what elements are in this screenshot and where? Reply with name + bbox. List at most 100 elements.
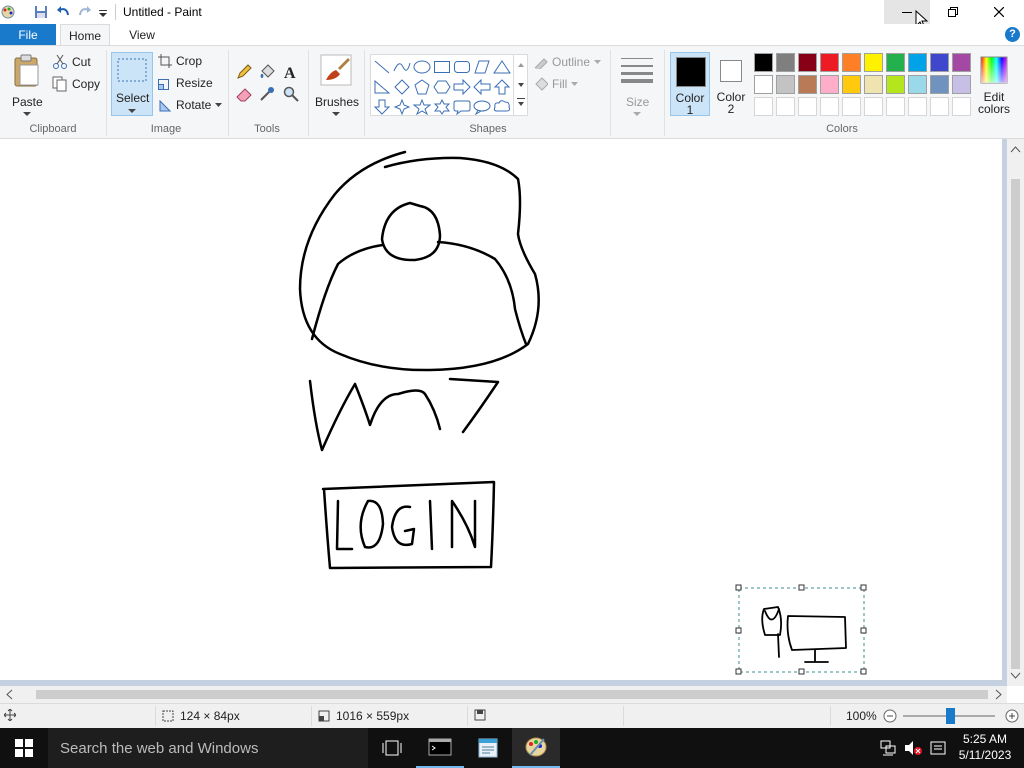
tab-file[interactable]: File [0, 24, 56, 46]
outline-dropdown[interactable]: Outline [534, 55, 602, 69]
pencil-icon[interactable] [234, 62, 254, 82]
palette-swatch[interactable] [886, 75, 905, 94]
palette-swatch[interactable] [754, 53, 773, 72]
custom-color-slot[interactable] [886, 97, 905, 116]
taskbar-app-notepad[interactable] [464, 728, 512, 768]
palette-swatch[interactable] [864, 53, 883, 72]
palette-swatch[interactable] [930, 75, 949, 94]
rounded-rectangle-shape-icon[interactable] [453, 59, 471, 75]
rectangle-shape-icon[interactable] [433, 59, 451, 75]
custom-color-slot[interactable] [952, 97, 971, 116]
custom-color-slot[interactable] [842, 97, 861, 116]
palette-swatch[interactable] [776, 75, 795, 94]
zoom-out-icon[interactable] [883, 709, 897, 723]
help-icon[interactable]: ? [1005, 27, 1020, 42]
paste-button[interactable]: Paste [8, 52, 46, 124]
palette-swatch[interactable] [798, 53, 817, 72]
right-arrow-shape-icon[interactable] [453, 79, 471, 95]
color1-button[interactable]: Color 1 [670, 52, 710, 116]
tab-view[interactable]: View [120, 24, 164, 46]
line-shape-icon[interactable] [373, 59, 391, 75]
hexagon-shape-icon[interactable] [433, 79, 451, 95]
palette-swatch[interactable] [842, 75, 861, 94]
shapes-scrollbar[interactable] [513, 55, 527, 115]
eraser-icon[interactable] [234, 84, 254, 104]
redo-icon[interactable] [77, 4, 93, 20]
palette-swatch[interactable] [908, 53, 927, 72]
volume-muted-icon[interactable] [904, 740, 922, 756]
start-button[interactable] [0, 728, 48, 768]
action-center-icon[interactable] [930, 740, 946, 756]
polygon-shape-icon[interactable] [473, 59, 491, 75]
crop-button[interactable]: Crop [158, 54, 202, 68]
scroll-left-icon[interactable] [4, 686, 16, 703]
scroll-down-icon[interactable] [1007, 670, 1024, 682]
palette-swatch[interactable] [842, 53, 861, 72]
save-icon[interactable] [33, 4, 49, 20]
pentagon-shape-icon[interactable] [413, 79, 431, 95]
text-tool-icon[interactable]: A [281, 62, 301, 82]
palette-swatch[interactable] [820, 53, 839, 72]
custom-color-slot[interactable] [776, 97, 795, 116]
customize-quick-access-icon[interactable] [97, 4, 113, 20]
magnifier-icon[interactable] [281, 84, 301, 104]
edit-colors-button[interactable]: Edit colors [976, 52, 1012, 120]
copy-button[interactable]: Copy [52, 76, 100, 92]
palette-swatch[interactable] [820, 75, 839, 94]
select-button[interactable]: Select [111, 52, 153, 116]
size-button[interactable]: Size [616, 52, 658, 120]
cloud-callout-shape-icon[interactable] [493, 99, 511, 115]
fill-dropdown[interactable]: Fill [534, 77, 579, 91]
custom-color-slot[interactable] [820, 97, 839, 116]
undo-icon[interactable] [55, 4, 71, 20]
up-arrow-shape-icon[interactable] [493, 79, 511, 95]
down-arrow-shape-icon[interactable] [373, 99, 391, 115]
custom-color-slot[interactable] [930, 97, 949, 116]
vertical-scroll-thumb[interactable] [1011, 179, 1020, 669]
color2-button[interactable]: Color 2 [711, 52, 751, 116]
task-view-button[interactable] [368, 728, 416, 768]
left-arrow-shape-icon[interactable] [473, 79, 491, 95]
zoom-in-icon[interactable] [1005, 709, 1019, 723]
zoom-slider-thumb[interactable] [946, 708, 955, 724]
palette-swatch[interactable] [754, 75, 773, 94]
palette-swatch[interactable] [864, 75, 883, 94]
resize-button[interactable]: Resize [158, 76, 213, 90]
tab-home[interactable]: Home [60, 24, 110, 46]
six-point-star-shape-icon[interactable] [433, 99, 451, 115]
horizontal-scroll-thumb[interactable] [36, 690, 988, 699]
drawing-canvas[interactable] [0, 139, 1002, 680]
custom-color-slot[interactable] [754, 97, 773, 116]
palette-swatch[interactable] [776, 53, 795, 72]
brushes-button[interactable]: Brushes [313, 52, 359, 120]
palette-swatch[interactable] [952, 75, 971, 94]
custom-color-slot[interactable] [798, 97, 817, 116]
oval-callout-shape-icon[interactable] [473, 99, 491, 115]
taskbar-app-paint[interactable] [512, 728, 560, 768]
taskbar-search-box[interactable]: Search the web and Windows [48, 728, 368, 768]
close-button[interactable] [976, 0, 1022, 24]
palette-swatch[interactable] [798, 75, 817, 94]
five-point-star-shape-icon[interactable] [413, 99, 431, 115]
palette-swatch[interactable] [908, 75, 927, 94]
custom-color-slot[interactable] [908, 97, 927, 116]
restore-button[interactable] [930, 0, 976, 24]
network-icon[interactable] [880, 740, 896, 756]
fill-bucket-icon[interactable] [257, 62, 277, 82]
four-point-star-shape-icon[interactable] [393, 99, 411, 115]
vertical-scrollbar[interactable] [1007, 139, 1024, 686]
right-triangle-shape-icon[interactable] [373, 79, 391, 95]
palette-swatch[interactable] [952, 53, 971, 72]
diamond-shape-icon[interactable] [393, 79, 411, 95]
taskbar-app-cmd[interactable] [416, 728, 464, 768]
triangle-shape-icon[interactable] [493, 59, 511, 75]
oval-shape-icon[interactable] [413, 59, 431, 75]
palette-swatch[interactable] [886, 53, 905, 72]
horizontal-scrollbar[interactable] [0, 686, 1007, 703]
paint-app-icon[interactable] [0, 4, 16, 20]
scroll-right-icon[interactable] [992, 686, 1004, 703]
rotate-button[interactable]: Rotate [158, 98, 223, 112]
cut-button[interactable]: Cut [52, 54, 91, 70]
scroll-up-icon[interactable] [1007, 143, 1024, 155]
rounded-callout-shape-icon[interactable] [453, 99, 471, 115]
